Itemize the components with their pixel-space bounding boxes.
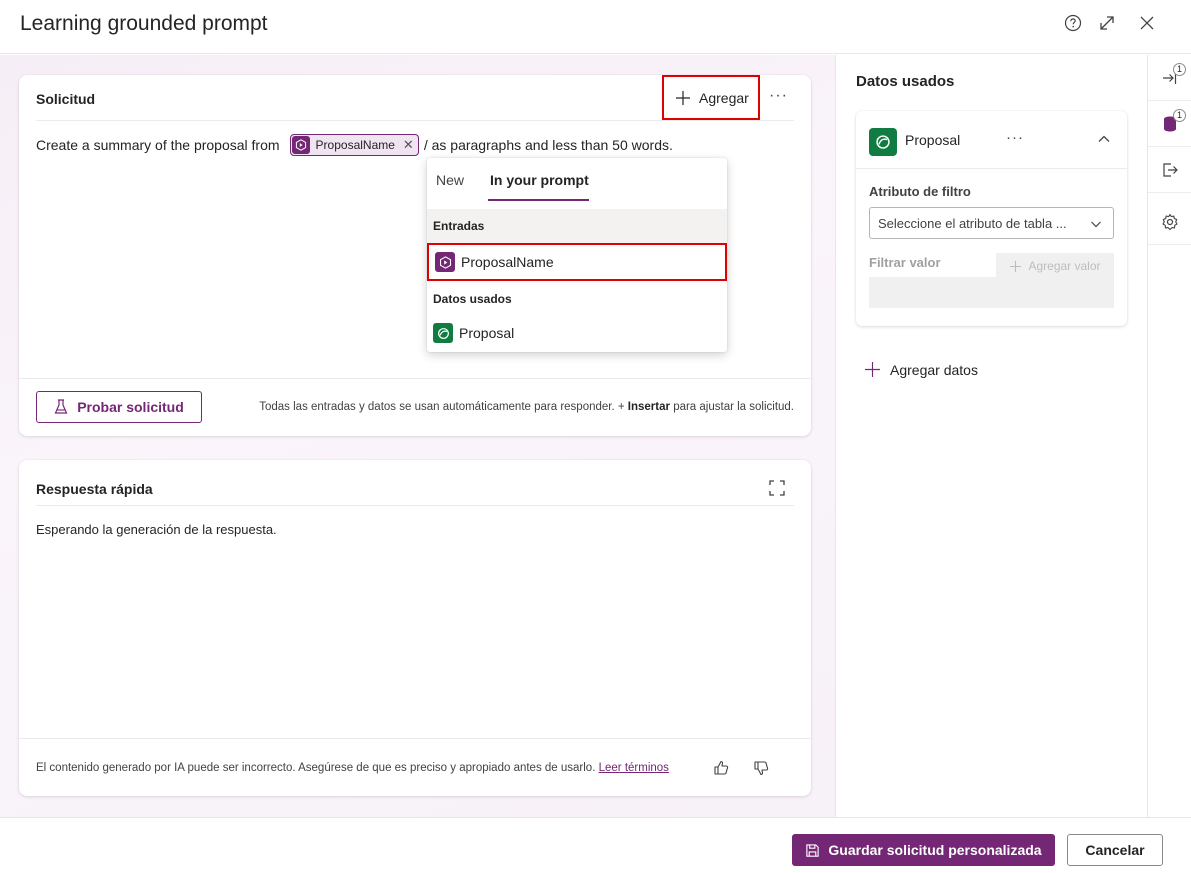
input-chip-label: ProposalName [315,138,395,152]
dropdown-item-proposal[interactable]: Proposal [427,314,727,352]
prompt-text-before: Create a summary of the proposal from [36,137,280,153]
response-card-title: Respuesta rápida [36,481,153,497]
add-button-label: Agregar [699,89,749,106]
add-value-label: Agregar valor [1028,259,1101,273]
tab-in-your-prompt[interactable]: In your prompt [490,172,589,188]
rail-badge: 1 [1173,63,1186,76]
hint-suffix: para ajustar la solicitud. [673,401,794,413]
dataverse-table-icon [869,128,897,156]
plus-icon [864,361,881,378]
filter-attribute-placeholder: Seleccione el atributo de tabla ... [878,215,1067,231]
add-data-button[interactable]: Agregar datos [864,361,978,378]
prompt-card-title: Solicitud [36,91,96,107]
dropdown-item-label: Proposal [459,325,515,341]
disclaimer-text: El contenido generado por IA puede ser i… [36,762,596,774]
add-value-button[interactable]: Agregar valor [996,253,1114,279]
active-tab-indicator [488,199,589,201]
cancel-button[interactable]: Cancelar [1067,834,1163,866]
prompt-input-icon [435,252,455,272]
response-status: Esperando la generación de la respuesta. [36,522,277,537]
hint-text: Todas las entradas y datos se usan autom… [259,401,625,413]
thumbs-up-icon[interactable] [711,758,731,778]
divider [19,378,811,379]
beaker-icon [54,399,68,414]
data-panel-title: Datos usados [856,73,955,90]
test-prompt-label: Probar solicitud [77,399,184,415]
output-icon [1163,162,1178,177]
rail-inputs-button[interactable]: 1 [1148,55,1191,101]
chevron-up-icon[interactable] [1096,131,1112,147]
rail-badge: 1 [1173,109,1186,122]
divider [856,168,1127,169]
save-custom-prompt-button[interactable]: Guardar solicitud personalizada [792,834,1055,866]
filter-attribute-label: Atributo de filtro [869,184,971,199]
section-inputs: Entradas [427,209,727,243]
dropdown-item-proposalname[interactable]: ProposalName [427,243,727,281]
data-panel: Datos usados Proposal ··· Atributo de fi… [837,55,1147,817]
insert-hint: Todas las entradas y datos se usan autom… [259,401,794,413]
insert-dropdown: New In your prompt Entradas ProposalName… [427,158,727,352]
data-source-more-icon[interactable]: ··· [1006,129,1024,146]
rail-settings-button[interactable] [1148,199,1191,245]
filter-value-input[interactable] [869,277,1114,308]
prompt-input-icon [291,136,310,154]
side-rail: 1 1 [1147,55,1191,817]
data-source-card: Proposal ··· Atributo de filtro Seleccio… [856,111,1127,326]
chevron-down-icon [1091,221,1101,228]
prompt-text[interactable]: Create a summary of the proposal from Pr… [36,134,673,156]
close-icon[interactable] [1137,13,1157,33]
plus-icon [676,90,690,105]
help-icon[interactable] [1063,13,1083,33]
data-source-name: Proposal [905,132,961,148]
save-button-label: Guardar solicitud personalizada [828,842,1042,858]
thumbs-down-icon[interactable] [751,758,771,778]
filter-attribute-select[interactable]: Seleccione el atributo de tabla ... [869,207,1114,239]
fullscreen-icon[interactable] [769,480,787,498]
plus-icon [1010,260,1022,272]
dropdown-item-label: ProposalName [461,254,554,270]
add-data-label: Agregar datos [890,361,978,378]
terms-link[interactable]: Leer términos [599,762,669,774]
remove-chip-icon[interactable]: ✕ [403,137,414,153]
save-icon [806,843,820,857]
test-prompt-button[interactable]: Probar solicitud [36,391,202,423]
dialog-header: Learning grounded prompt [0,0,1191,54]
dialog-title: Learning grounded prompt [20,12,268,35]
filter-value-label: Filtrar valor [869,255,941,270]
section-data-used: Datos usados [433,292,512,306]
input-chip[interactable]: ProposalName ✕ [289,134,419,156]
ai-disclaimer: El contenido generado por IA puede ser i… [36,762,669,774]
settings-icon [1162,213,1178,230]
add-button[interactable]: Agregar [662,75,760,120]
expand-icon[interactable] [1097,13,1117,33]
more-options-icon[interactable]: ··· [769,87,788,105]
divider [36,120,794,121]
divider [19,738,811,739]
dataverse-table-icon [433,323,453,343]
dialog-footer: Guardar solicitud personalizada Cancelar [0,817,1191,873]
divider [36,505,794,506]
hint-insert: Insertar [627,401,670,413]
rail-data-button[interactable]: 1 [1148,101,1191,147]
tab-new[interactable]: New [436,172,464,188]
response-card: Respuesta rápida Esperando la generación… [19,460,811,796]
rail-output-button[interactable] [1148,147,1191,193]
prompt-text-after: / as paragraphs and less than 50 words. [423,137,673,153]
